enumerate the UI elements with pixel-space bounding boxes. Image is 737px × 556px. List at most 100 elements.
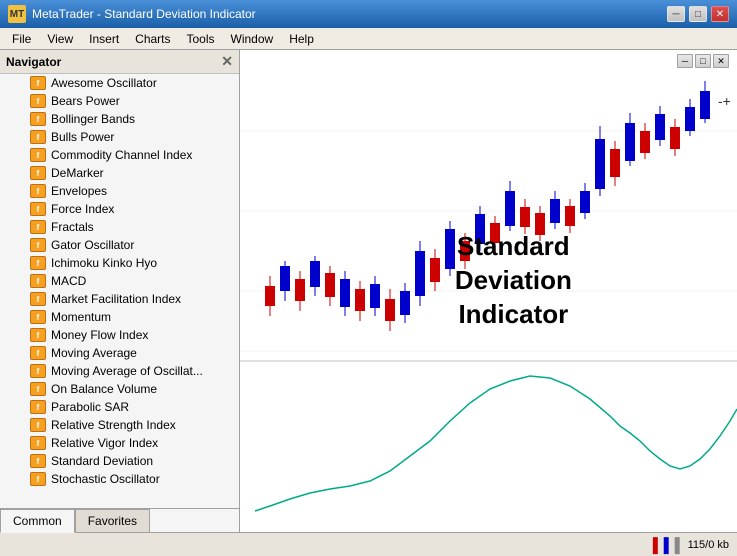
nav-item[interactable]: f Envelopes [0, 182, 239, 200]
nav-item-icon: f [30, 346, 46, 360]
nav-item[interactable]: f Parabolic SAR [0, 398, 239, 416]
nav-item-label: Force Index [51, 202, 114, 216]
navigator-close-button[interactable]: ✕ [221, 53, 233, 70]
nav-item-label: Fractals [51, 220, 94, 234]
app-icon: MT [8, 5, 26, 23]
nav-item[interactable]: f Momentum [0, 308, 239, 326]
chart-controls: ─ □ ✕ [677, 54, 729, 68]
title-bar: MT MetaTrader - Standard Deviation Indic… [0, 0, 737, 28]
nav-item[interactable]: fStochastic Oscillator [0, 470, 239, 488]
nav-item-label: Envelopes [51, 184, 107, 198]
nav-item-label: Ichimoku Kinko Hyo [51, 256, 157, 270]
nav-item[interactable]: f Force Index [0, 200, 239, 218]
nav-item-label: Money Flow Index [51, 328, 148, 342]
nav-item-icon: f [30, 220, 46, 234]
nav-item[interactable]: fMoving Average [0, 344, 239, 362]
nav-item[interactable]: f Relative Vigor Index [0, 434, 239, 452]
nav-item[interactable]: f Bollinger Bands [0, 110, 239, 128]
chart-restore-button[interactable]: □ [695, 54, 711, 68]
nav-item-label: On Balance Volume [51, 382, 157, 396]
menu-tools[interactable]: Tools [179, 30, 223, 48]
nav-item-icon: f [30, 148, 46, 162]
status-icon: ▐ ▐ ▐ [648, 537, 680, 553]
nav-item[interactable]: f Market Facilitation Index [0, 290, 239, 308]
chart-minimize-button[interactable]: ─ [677, 54, 693, 68]
nav-item-icon: f [30, 400, 46, 414]
chart-svg: -+ [240, 50, 737, 532]
nav-item-icon: f [30, 184, 46, 198]
nav-item-label: Bulls Power [51, 130, 114, 144]
menu-view[interactable]: View [39, 30, 81, 48]
chart-close-button[interactable]: ✕ [713, 54, 729, 68]
nav-item[interactable]: f Gator Oscillator [0, 236, 239, 254]
nav-item-label: Bollinger Bands [51, 112, 135, 126]
nav-item-icon: f [30, 256, 46, 270]
nav-item-icon: f [30, 472, 46, 486]
nav-item[interactable]: fRelative Strength Index [0, 416, 239, 434]
nav-item-icon: f [30, 202, 46, 216]
menu-window[interactable]: Window [223, 30, 282, 48]
tab-common[interactable]: Common [0, 509, 75, 533]
nav-item[interactable]: f Standard Deviation [0, 452, 239, 470]
nav-item-icon: f [30, 328, 46, 342]
menu-bar: File View Insert Charts Tools Window Hel… [0, 28, 737, 50]
title-bar-controls: ─ □ ✕ [667, 6, 729, 22]
nav-item-icon: f [30, 418, 46, 432]
nav-item-label: Market Facilitation Index [51, 292, 181, 306]
nav-item-label: Relative Vigor Index [51, 436, 158, 450]
menu-help[interactable]: Help [281, 30, 322, 48]
nav-item-label: Commodity Channel Index [51, 148, 192, 162]
nav-item[interactable]: f Bears Power [0, 92, 239, 110]
nav-item[interactable]: f Ichimoku Kinko Hyo [0, 254, 239, 272]
nav-item-label: Parabolic SAR [51, 400, 129, 414]
nav-item[interactable]: f DeMarker [0, 164, 239, 182]
status-size: 115/0 kb [688, 539, 729, 551]
nav-item-label: Awesome Oscillator [51, 76, 157, 90]
navigator-panel: Navigator ✕ fAwesome OscillatorfBears Po… [0, 50, 240, 532]
nav-item-icon: f [30, 436, 46, 450]
navigator-header: Navigator ✕ [0, 50, 239, 74]
nav-item[interactable]: f On Balance Volume [0, 380, 239, 398]
main-area: Navigator ✕ fAwesome OscillatorfBears Po… [0, 50, 737, 532]
navigator-title: Navigator [6, 55, 61, 69]
nav-item-label: Momentum [51, 310, 111, 324]
nav-item-icon: f [30, 112, 46, 126]
minimize-button[interactable]: ─ [667, 6, 685, 22]
nav-item[interactable]: f Fractals [0, 218, 239, 236]
nav-item[interactable]: f Moving Average of Oscillat... [0, 362, 239, 380]
nav-item-label: MACD [51, 274, 86, 288]
nav-item-icon: f [30, 274, 46, 288]
nav-item[interactable]: fAwesome Oscillator [0, 74, 239, 92]
svg-text:-+: -+ [718, 93, 731, 109]
nav-item-icon: f [30, 364, 46, 378]
nav-item[interactable]: f Money Flow Index [0, 326, 239, 344]
menu-file[interactable]: File [4, 30, 39, 48]
nav-item[interactable]: f Bulls Power [0, 128, 239, 146]
nav-item-label: Standard Deviation [51, 454, 153, 468]
nav-item-label: Bears Power [51, 94, 120, 108]
nav-item[interactable]: f MACD [0, 272, 239, 290]
menu-insert[interactable]: Insert [81, 30, 127, 48]
nav-item[interactable]: f Commodity Channel Index [0, 146, 239, 164]
nav-item-icon: f [30, 166, 46, 180]
nav-item-label: DeMarker [51, 166, 104, 180]
nav-item-label: Gator Oscillator [51, 238, 134, 252]
menu-charts[interactable]: Charts [127, 30, 178, 48]
restore-button[interactable]: □ [689, 6, 707, 22]
nav-item-icon: f [30, 94, 46, 108]
navigator-list[interactable]: fAwesome OscillatorfBears PowerfBollinge… [0, 74, 239, 508]
navigator-tabs: Common Favorites [0, 508, 239, 532]
close-button[interactable]: ✕ [711, 6, 729, 22]
status-bar: ▐ ▐ ▐ 115/0 kb [0, 532, 737, 556]
title-bar-left: MT MetaTrader - Standard Deviation Indic… [8, 5, 256, 23]
nav-item-icon: f [30, 292, 46, 306]
app-title: MetaTrader - Standard Deviation Indicato… [32, 7, 256, 21]
nav-item-icon: f [30, 454, 46, 468]
tab-favorites[interactable]: Favorites [75, 509, 150, 532]
nav-item-icon: f [30, 238, 46, 252]
nav-item-label: Moving Average of Oscillat... [51, 364, 203, 378]
nav-item-icon: f [30, 310, 46, 324]
chart-area: ─ □ ✕ [240, 50, 737, 532]
nav-item-icon: f [30, 382, 46, 396]
nav-item-icon: f [30, 130, 46, 144]
